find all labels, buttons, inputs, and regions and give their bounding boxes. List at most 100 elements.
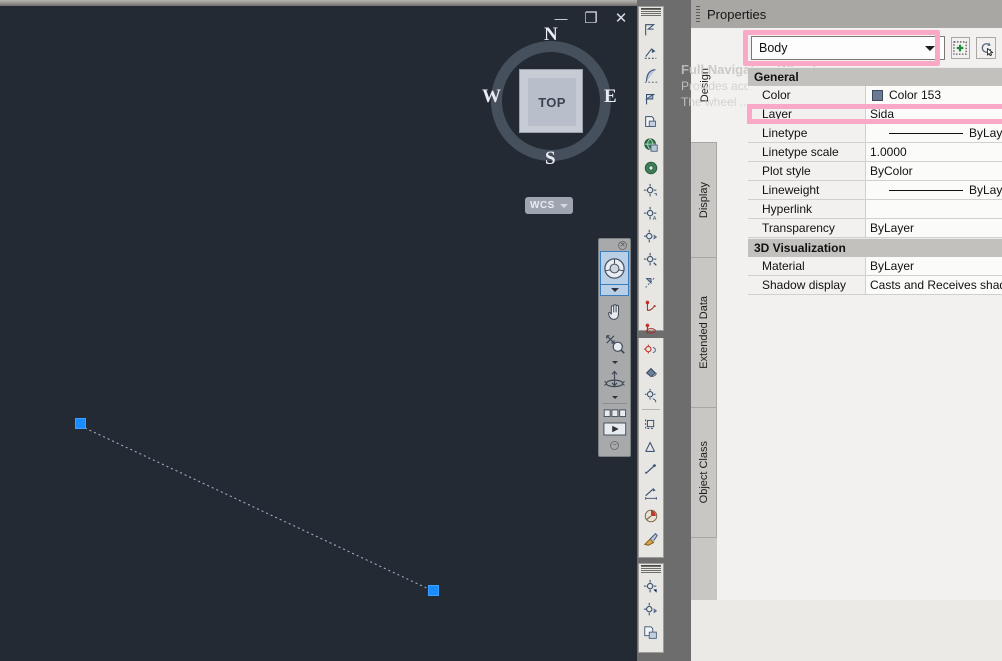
toolbar-column: A xyxy=(637,0,691,661)
panel-drag-handle[interactable] xyxy=(696,6,700,22)
pan-button[interactable] xyxy=(600,296,629,328)
property-value: ByLayer xyxy=(969,183,1002,197)
flatshot-icon[interactable] xyxy=(639,621,663,644)
pan-hand-icon xyxy=(604,301,626,323)
toolbar-drag-handle[interactable] xyxy=(641,565,661,573)
color-swatch xyxy=(872,90,883,101)
3d-align-icon-2[interactable] xyxy=(639,598,663,621)
object-type-combobox[interactable]: Body xyxy=(751,36,945,60)
property-value-cell[interactable]: Sida xyxy=(866,105,1002,123)
quick-select-button[interactable] xyxy=(976,37,995,59)
thicken-icon[interactable] xyxy=(639,435,663,458)
show-motion-thumbs[interactable] xyxy=(600,407,629,420)
3d-scale-icon[interactable] xyxy=(639,248,663,271)
loft-icon[interactable] xyxy=(639,110,663,133)
modeling-toolbar[interactable]: A xyxy=(638,6,664,331)
properties-panel[interactable]: Design Display Extended Data Object Clas… xyxy=(691,0,1002,600)
subtract-icon[interactable] xyxy=(639,338,663,361)
helix-icon[interactable] xyxy=(639,317,663,340)
property-row-lineweight[interactable]: Lineweight ByLayer xyxy=(748,181,1002,200)
tab-design[interactable]: Design xyxy=(691,28,718,143)
property-row-hyperlink[interactable]: Hyperlink xyxy=(748,200,1002,219)
3d-move-icon[interactable] xyxy=(639,179,663,202)
drawing-canvas[interactable]: — ❐ ✕ N S E W TOP WCS xyxy=(0,0,637,661)
torus-icon[interactable] xyxy=(639,156,663,179)
group-header-general[interactable]: General xyxy=(748,67,1002,86)
property-row-color[interactable]: Color Color 153 xyxy=(748,86,1002,105)
navbar-minimize-icon[interactable]: − xyxy=(610,441,619,450)
property-row-linetype[interactable]: Linetype ByLayer xyxy=(748,124,1002,143)
edit-toolbar[interactable] xyxy=(638,338,664,558)
grip-point-start[interactable] xyxy=(75,418,86,429)
property-value-cell[interactable]: 1.0000 xyxy=(866,143,1002,161)
properties-grid: General Color Color 153 Layer Sida xyxy=(748,67,1002,295)
property-row-layer[interactable]: Layer Sida xyxy=(748,105,1002,124)
3d-mirror-icon[interactable] xyxy=(639,271,663,294)
tab-extended-data[interactable]: Extended Data xyxy=(691,258,717,408)
group-header-3d-visualization[interactable]: 3D Visualization xyxy=(748,238,1002,257)
toolbar-drag-handle[interactable] xyxy=(641,8,661,16)
steering-wheel-icon xyxy=(603,257,626,280)
slice-icon[interactable] xyxy=(639,412,663,435)
interfere-icon[interactable] xyxy=(639,384,663,407)
property-label: Linetype scale xyxy=(748,143,866,161)
extrude-icon[interactable] xyxy=(639,41,663,64)
property-value-cell[interactable]: ByLayer xyxy=(866,181,1002,199)
zoom-button[interactable] xyxy=(600,328,629,360)
property-value-cell[interactable]: Color 153 xyxy=(866,86,1002,104)
shell-icon[interactable] xyxy=(639,527,663,550)
3d-array-icon[interactable] xyxy=(639,575,663,598)
object-selector-row[interactable]: Body xyxy=(751,36,1002,60)
tab-extended-data-label: Extended Data xyxy=(698,296,710,369)
polysolid-icon[interactable] xyxy=(639,18,663,41)
property-row-material[interactable]: Material ByLayer xyxy=(748,257,1002,276)
property-label: Color xyxy=(748,86,866,104)
panel-tab-strip[interactable]: Design Display Extended Data Object Clas… xyxy=(691,0,717,600)
steering-wheel-button[interactable] xyxy=(600,251,629,285)
orbit-icon xyxy=(603,369,626,392)
property-row-plot-style[interactable]: Plot style ByColor xyxy=(748,162,1002,181)
show-motion-play-button[interactable] xyxy=(600,420,629,438)
zoom-icon xyxy=(604,333,626,355)
3d-align-icon[interactable]: A xyxy=(639,202,663,225)
imprint-icon[interactable] xyxy=(639,481,663,504)
navbar-close-icon[interactable]: ✕ xyxy=(618,241,627,250)
tab-design-label: Design xyxy=(699,68,711,102)
navigation-bar[interactable]: ✕ xyxy=(598,238,631,457)
zoom-dropdown-icon[interactable] xyxy=(612,361,618,364)
revolve-icon[interactable] xyxy=(639,64,663,87)
property-value: ByLayer xyxy=(870,221,914,235)
property-value: ByLayer xyxy=(870,259,914,273)
select-objects-button[interactable] xyxy=(951,37,970,59)
sweep-icon[interactable] xyxy=(639,87,663,110)
section-plane-icon[interactable] xyxy=(639,294,663,317)
property-value-cell[interactable]: ByLayer xyxy=(866,257,1002,275)
property-row-transparency[interactable]: Transparency ByLayer xyxy=(748,219,1002,238)
chevron-down-icon[interactable] xyxy=(925,46,935,51)
property-row-shadow-display[interactable]: Shadow display Casts and Receives shad..… xyxy=(748,276,1002,295)
orbit-dropdown-icon[interactable] xyxy=(612,396,618,399)
3d-rotate-icon[interactable] xyxy=(639,225,663,248)
solid-editing-toolbar[interactable] xyxy=(638,563,664,653)
convert-surface-icon[interactable] xyxy=(639,504,663,527)
property-value-cell[interactable]: ByColor xyxy=(866,162,1002,180)
selected-line-object[interactable] xyxy=(0,0,637,661)
extract-edges-icon[interactable] xyxy=(639,458,663,481)
steering-wheel-dropdown[interactable] xyxy=(600,285,629,296)
intersect-icon[interactable] xyxy=(639,361,663,384)
lineweight-sample-icon xyxy=(889,190,963,191)
orbit-button[interactable] xyxy=(600,365,629,395)
panel-bottom-area xyxy=(691,600,1002,661)
property-value-cell[interactable]: ByLayer xyxy=(866,219,1002,237)
property-value: 1.0000 xyxy=(870,145,907,159)
grip-point-end[interactable] xyxy=(428,585,439,596)
panel-title-bar[interactable]: Properties xyxy=(691,0,1002,28)
tab-object-class[interactable]: Object Class xyxy=(691,408,717,538)
property-row-linetype-scale[interactable]: Linetype scale 1.0000 xyxy=(748,143,1002,162)
tab-display[interactable]: Display xyxy=(691,143,717,258)
property-value-cell[interactable] xyxy=(866,200,1002,218)
property-value-cell[interactable]: ByLayer xyxy=(866,124,1002,142)
property-value-cell[interactable]: Casts and Receives shad... xyxy=(866,276,1002,294)
panel-title: Properties xyxy=(707,7,766,22)
sphere-icon[interactable] xyxy=(639,133,663,156)
